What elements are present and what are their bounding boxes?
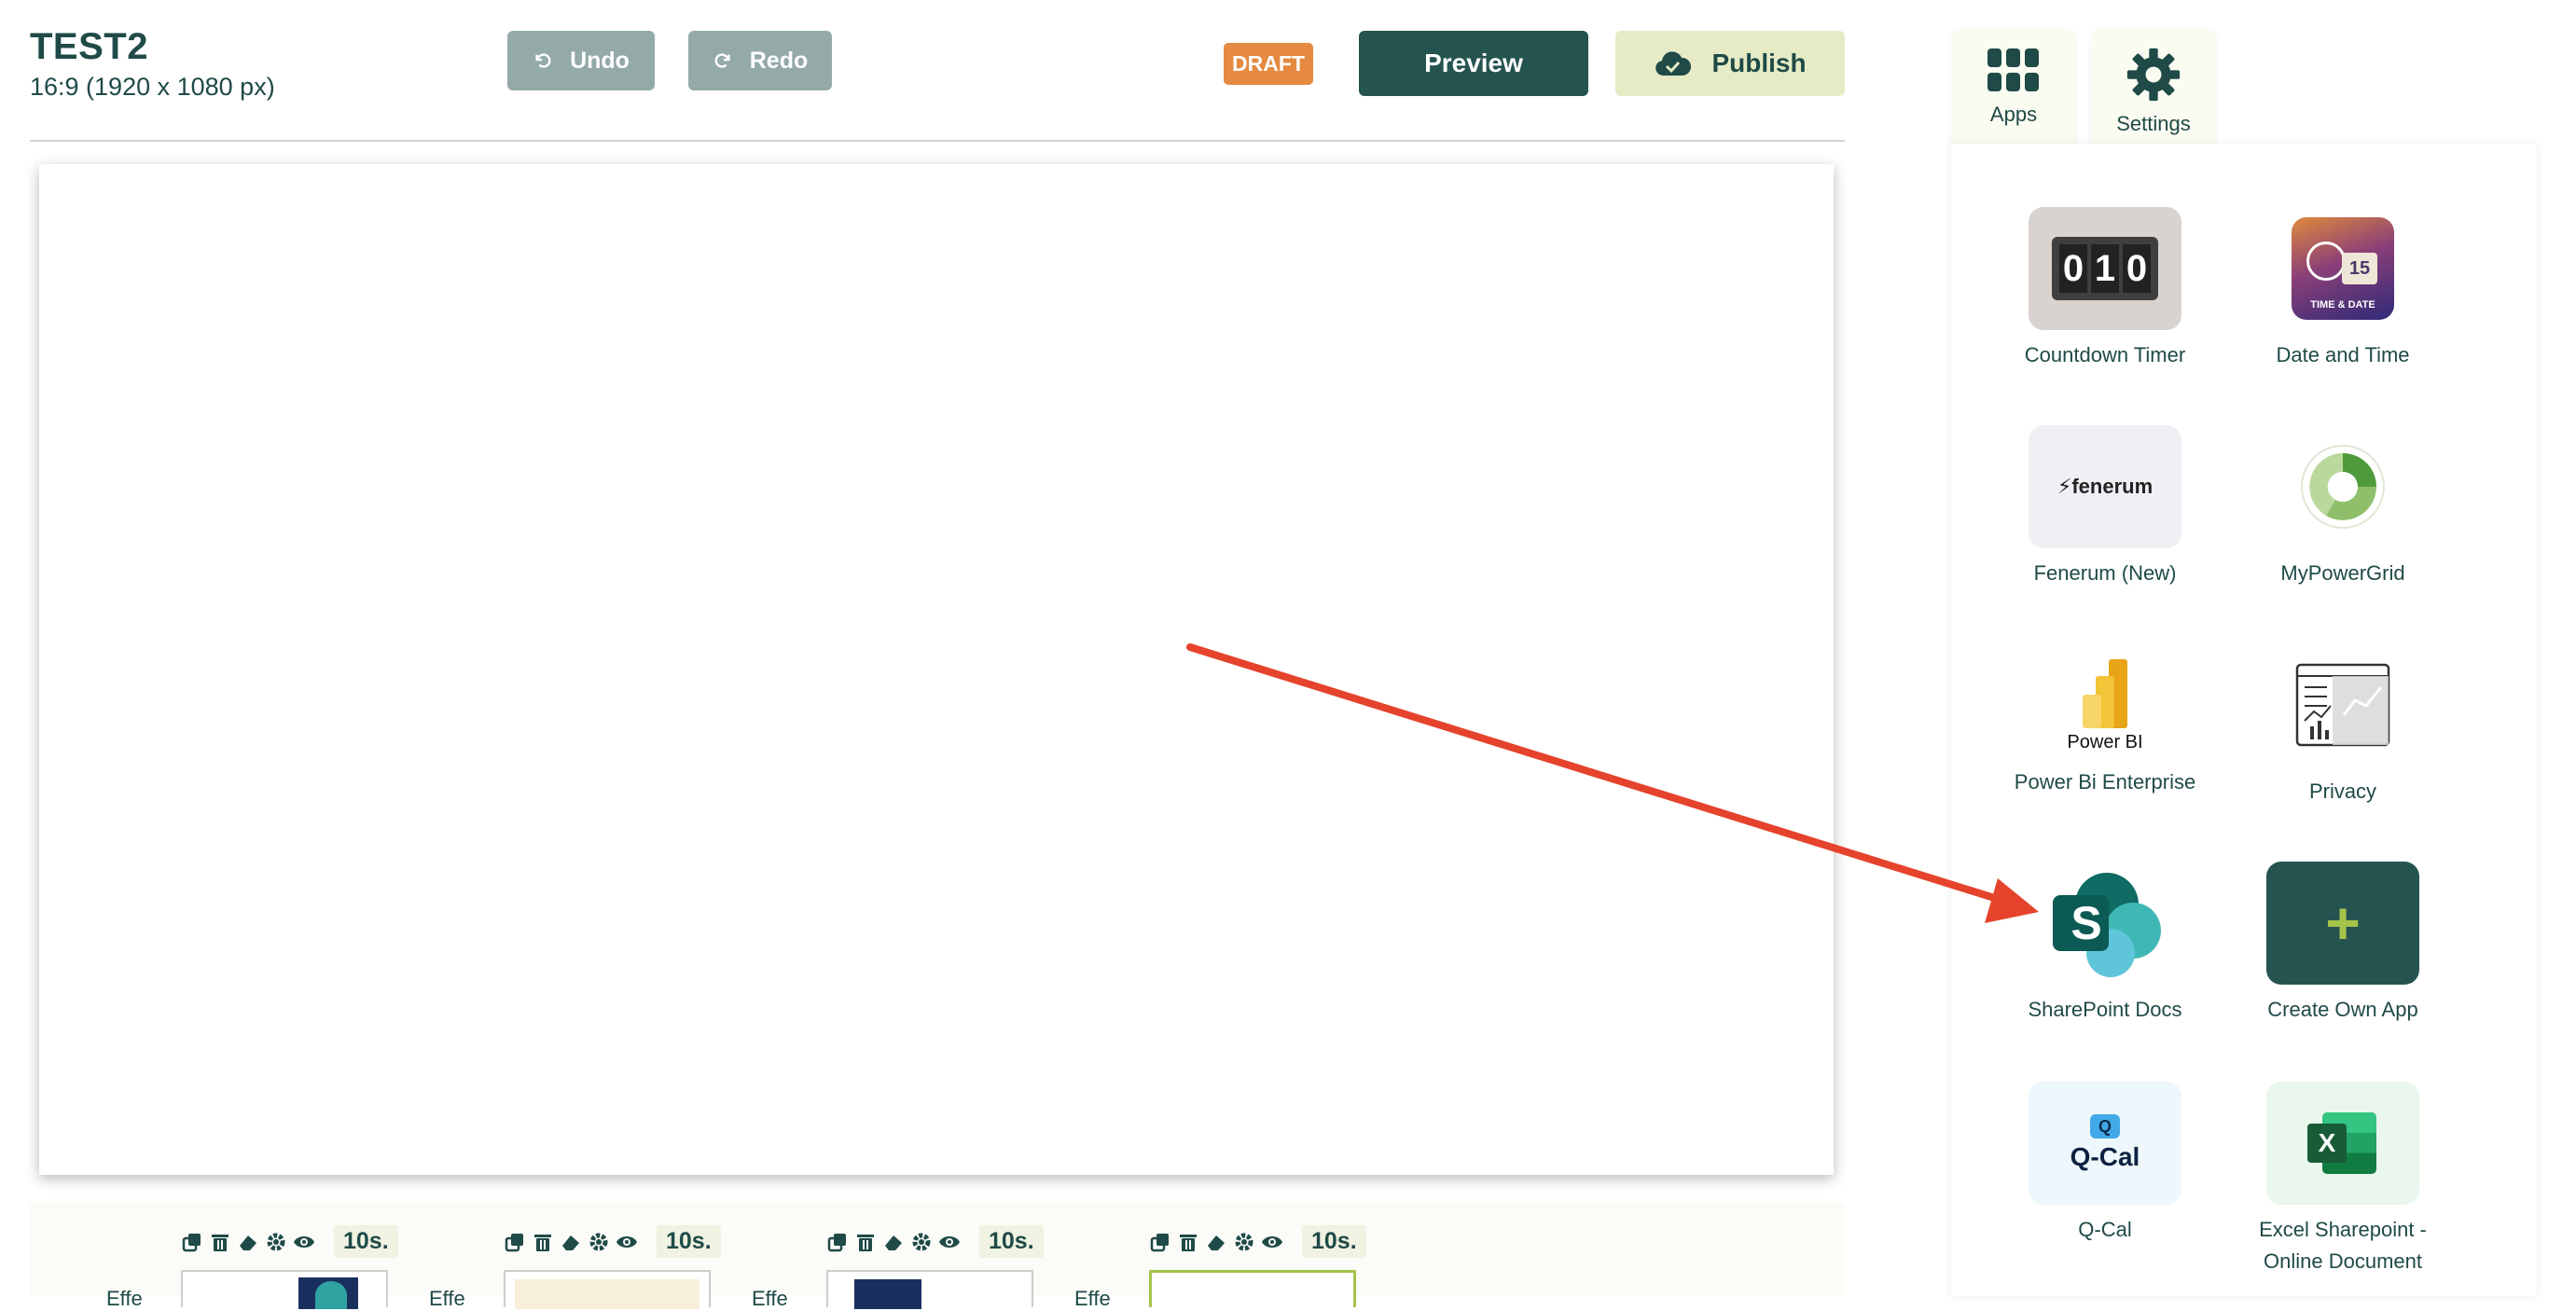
tab-apps[interactable]: Apps	[1951, 30, 2076, 145]
effect-label: Effe	[429, 1287, 465, 1310]
effect-label: Effe	[752, 1287, 788, 1310]
time-date-text: TIME & DATE	[2310, 299, 2375, 310]
app-q-cal[interactable]: Q Q-Cal Q-Cal	[1998, 1082, 2212, 1246]
publish-label: Publish	[1711, 48, 1807, 77]
digit-1: 0	[2059, 244, 2087, 293]
slide-duration[interactable]: 10s.	[334, 1225, 398, 1258]
app-label: Countdown Timer	[2024, 343, 2186, 366]
duplicate-icon[interactable]	[504, 1231, 526, 1253]
page-title: TEST2	[30, 26, 148, 67]
app-privacy[interactable]: Privacy	[2236, 643, 2450, 807]
slide-thumbnail[interactable]	[826, 1270, 1033, 1309]
excel-letter: X	[2307, 1124, 2347, 1163]
power-bi-icon: Power BI	[2029, 643, 2181, 766]
gear-icon	[2126, 48, 2181, 102]
preview-button[interactable]: Preview	[1359, 31, 1588, 96]
gear-icon[interactable]	[1233, 1231, 1255, 1253]
trash-icon[interactable]	[209, 1231, 231, 1253]
app-label: Q-Cal	[2078, 1218, 2132, 1241]
duplicate-icon[interactable]	[181, 1231, 203, 1253]
app-label: Fenerum (New)	[2033, 561, 2177, 585]
countdown-timer-icon: 0 1 0	[2029, 207, 2181, 330]
app-label: Excel Sharepoint - Online Document	[2259, 1218, 2427, 1273]
slide-timeline: 10s. Effe 10s. Effe 10s. Effe 10s. Effe	[30, 1203, 1845, 1310]
tab-settings-label: Settings	[2116, 112, 2191, 135]
digit-3: 0	[2123, 244, 2151, 293]
mypowergrid-icon	[2266, 425, 2419, 548]
app-label: Privacy	[2308, 780, 2377, 803]
eye-icon[interactable]	[616, 1231, 638, 1253]
excel-icon: X	[2266, 1082, 2419, 1205]
date-and-time-icon: 15 TIME & DATE	[2266, 207, 2419, 330]
duplicate-icon[interactable]	[1149, 1231, 1171, 1253]
slide-thumbnail[interactable]	[504, 1270, 711, 1309]
calendar-day: 15	[2342, 253, 2377, 284]
slide-duration[interactable]: 10s.	[979, 1225, 1044, 1258]
app-power-bi-enterprise[interactable]: Power BI Power Bi Enterprise	[1998, 643, 2212, 798]
undo-icon	[535, 53, 551, 68]
slide-canvas[interactable]	[39, 164, 1834, 1175]
q-cal-logo-text: Q-Cal	[2070, 1142, 2140, 1171]
power-bi-logo-text: Power BI	[2067, 731, 2143, 752]
duplicate-icon[interactable]	[826, 1231, 849, 1253]
gear-icon[interactable]	[588, 1231, 610, 1253]
eraser-icon[interactable]	[1205, 1231, 1227, 1253]
app-sharepoint-docs[interactable]: S SharePoint Docs	[1998, 862, 2212, 1026]
eraser-icon[interactable]	[882, 1231, 905, 1253]
fenerum-icon: ⚡ fenerum	[2029, 425, 2181, 548]
slide-thumbnail[interactable]	[181, 1270, 388, 1309]
page-dimensions: 16:9 (1920 x 1080 px)	[30, 73, 275, 101]
trash-icon[interactable]	[854, 1231, 877, 1253]
effect-label: Effe	[1074, 1287, 1111, 1310]
trash-icon[interactable]	[1177, 1231, 1199, 1253]
cloud-upload-icon	[1655, 51, 1692, 76]
q-cal-icon: Q Q-Cal	[2029, 1082, 2181, 1205]
app-label: MyPowerGrid	[2280, 561, 2405, 585]
redo-icon	[714, 53, 730, 68]
apps-panel: 0 1 0 Countdown Timer 15 TIME & DATE Dat…	[1951, 144, 2537, 1296]
redo-label: Redo	[749, 47, 809, 74]
trash-icon[interactable]	[532, 1231, 554, 1253]
app-label: Power Bi Enterprise	[2014, 770, 2196, 794]
header-divider	[30, 140, 1845, 142]
sharepoint-icon: S	[2029, 862, 2181, 985]
undo-button[interactable]: Undo	[507, 31, 655, 90]
plus-glyph: +	[2325, 890, 2361, 957]
slide-duration[interactable]: 10s.	[657, 1225, 721, 1258]
status-badge: DRAFT	[1224, 43, 1313, 85]
redo-button[interactable]: Redo	[688, 31, 832, 90]
gear-icon[interactable]	[265, 1231, 287, 1253]
fenerum-logo-text: fenerum	[2071, 475, 2154, 498]
undo-label: Undo	[570, 47, 630, 74]
slide-duration[interactable]: 10s.	[1302, 1225, 1366, 1258]
tab-apps-label: Apps	[1989, 103, 2038, 126]
grid-apps-icon	[1987, 48, 2039, 91]
publish-button[interactable]: Publish	[1615, 31, 1845, 96]
eraser-icon[interactable]	[560, 1231, 582, 1253]
app-mypowergrid[interactable]: MyPowerGrid	[2236, 425, 2450, 589]
app-excel-sharepoint[interactable]: X Excel Sharepoint - Online Document	[2236, 1082, 2450, 1277]
digit-2: 1	[2091, 244, 2119, 293]
app-label: SharePoint Docs	[2028, 998, 2182, 1021]
eye-icon[interactable]	[293, 1231, 315, 1253]
eye-icon[interactable]	[1261, 1231, 1283, 1253]
app-date-and-time[interactable]: 15 TIME & DATE Date and Time	[2236, 207, 2450, 371]
privacy-icon	[2266, 643, 2419, 766]
sharepoint-letter: S	[2070, 897, 2102, 949]
app-fenerum[interactable]: ⚡ fenerum Fenerum (New)	[1998, 425, 2212, 589]
eye-icon[interactable]	[938, 1231, 961, 1253]
gear-icon[interactable]	[910, 1231, 933, 1253]
slide-thumbnail-selected[interactable]	[1149, 1270, 1356, 1307]
plus-icon: +	[2266, 862, 2419, 985]
effect-label: Effe	[106, 1287, 143, 1310]
app-countdown-timer[interactable]: 0 1 0 Countdown Timer	[1998, 207, 2212, 371]
app-create-own-app[interactable]: + Create Own App	[2236, 862, 2450, 1026]
eraser-icon[interactable]	[237, 1231, 259, 1253]
app-label: Create Own App	[2267, 998, 2418, 1021]
tab-settings[interactable]: Settings	[2091, 30, 2216, 145]
app-label: Date and Time	[2276, 343, 2410, 366]
